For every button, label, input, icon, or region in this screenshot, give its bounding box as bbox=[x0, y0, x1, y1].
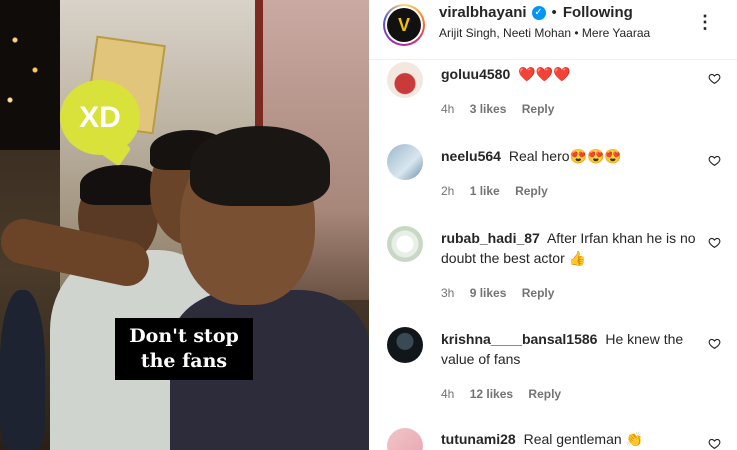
actor-hair bbox=[190, 126, 330, 206]
video-caption-line-2: the fans bbox=[140, 350, 228, 372]
like-heart-icon[interactable] bbox=[708, 154, 721, 167]
commenter-avatar[interactable] bbox=[387, 226, 423, 262]
commenter-avatar[interactable] bbox=[387, 62, 423, 98]
like-heart-icon[interactable] bbox=[708, 72, 721, 85]
comment-likes[interactable]: 12 likes bbox=[470, 387, 513, 401]
reply-button[interactable]: Reply bbox=[515, 184, 548, 198]
comment-likes[interactable]: 3 likes bbox=[470, 102, 507, 116]
video-caption: Don't stop the fans bbox=[115, 318, 253, 380]
owner-logo-icon: V bbox=[397, 14, 410, 35]
owner-avatar[interactable]: V bbox=[383, 4, 425, 46]
reel-video[interactable]: XD Don't stop the fans bbox=[0, 0, 369, 450]
xd-sticker-text: XD bbox=[79, 100, 121, 134]
owner-username[interactable]: viralbhayani bbox=[439, 4, 527, 21]
comment-age: 4h bbox=[441, 102, 455, 116]
reply-button[interactable]: Reply bbox=[522, 286, 555, 300]
like-heart-icon[interactable] bbox=[708, 437, 721, 450]
comment-likes[interactable]: 1 like bbox=[470, 184, 500, 198]
separator-dot: • bbox=[551, 4, 557, 21]
comment-text: Real hero😍😍😍 bbox=[508, 148, 622, 164]
comment-age: 2h bbox=[441, 184, 455, 198]
comments-panel: V viralbhayani ✓ • Following Arijit Sing… bbox=[369, 0, 737, 450]
commenter-avatar[interactable] bbox=[387, 144, 423, 180]
comment-age: 3h bbox=[441, 286, 455, 300]
comment-age: 4h bbox=[441, 387, 455, 401]
commenter-username[interactable]: neelu564 bbox=[441, 148, 501, 164]
more-options-icon[interactable]: ⋮ bbox=[696, 12, 715, 33]
following-button[interactable]: Following bbox=[563, 4, 633, 21]
like-heart-icon[interactable] bbox=[708, 236, 721, 249]
comment-text: ❤️❤️❤️ bbox=[518, 66, 571, 82]
comment-likes[interactable]: 9 likes bbox=[470, 286, 507, 300]
like-heart-icon[interactable] bbox=[708, 337, 721, 350]
verified-badge-icon: ✓ bbox=[531, 5, 546, 20]
commenter-username[interactable]: krishna____bansal1586 bbox=[441, 331, 597, 347]
reply-button[interactable]: Reply bbox=[522, 102, 555, 116]
person-left-edge bbox=[0, 290, 45, 450]
commenter-avatar[interactable] bbox=[387, 327, 423, 363]
commenter-username[interactable]: goluu4580 bbox=[441, 66, 510, 82]
commenter-username[interactable]: tutunami28 bbox=[441, 431, 516, 447]
audio-track-link[interactable]: Arijit Singh, Neeti Mohan • Mere Yaaraa bbox=[439, 26, 650, 40]
comment-text: Real gentleman 👏 bbox=[523, 431, 643, 447]
commenter-username[interactable]: rubab_hadi_87 bbox=[441, 230, 540, 246]
background-lights bbox=[0, 0, 60, 150]
commenter-avatar[interactable] bbox=[387, 428, 423, 450]
video-caption-line-1: Don't stop bbox=[129, 325, 239, 347]
post-header: V viralbhayani ✓ • Following Arijit Sing… bbox=[369, 0, 737, 60]
xd-sticker: XD bbox=[60, 80, 140, 155]
reply-button[interactable]: Reply bbox=[528, 387, 561, 401]
